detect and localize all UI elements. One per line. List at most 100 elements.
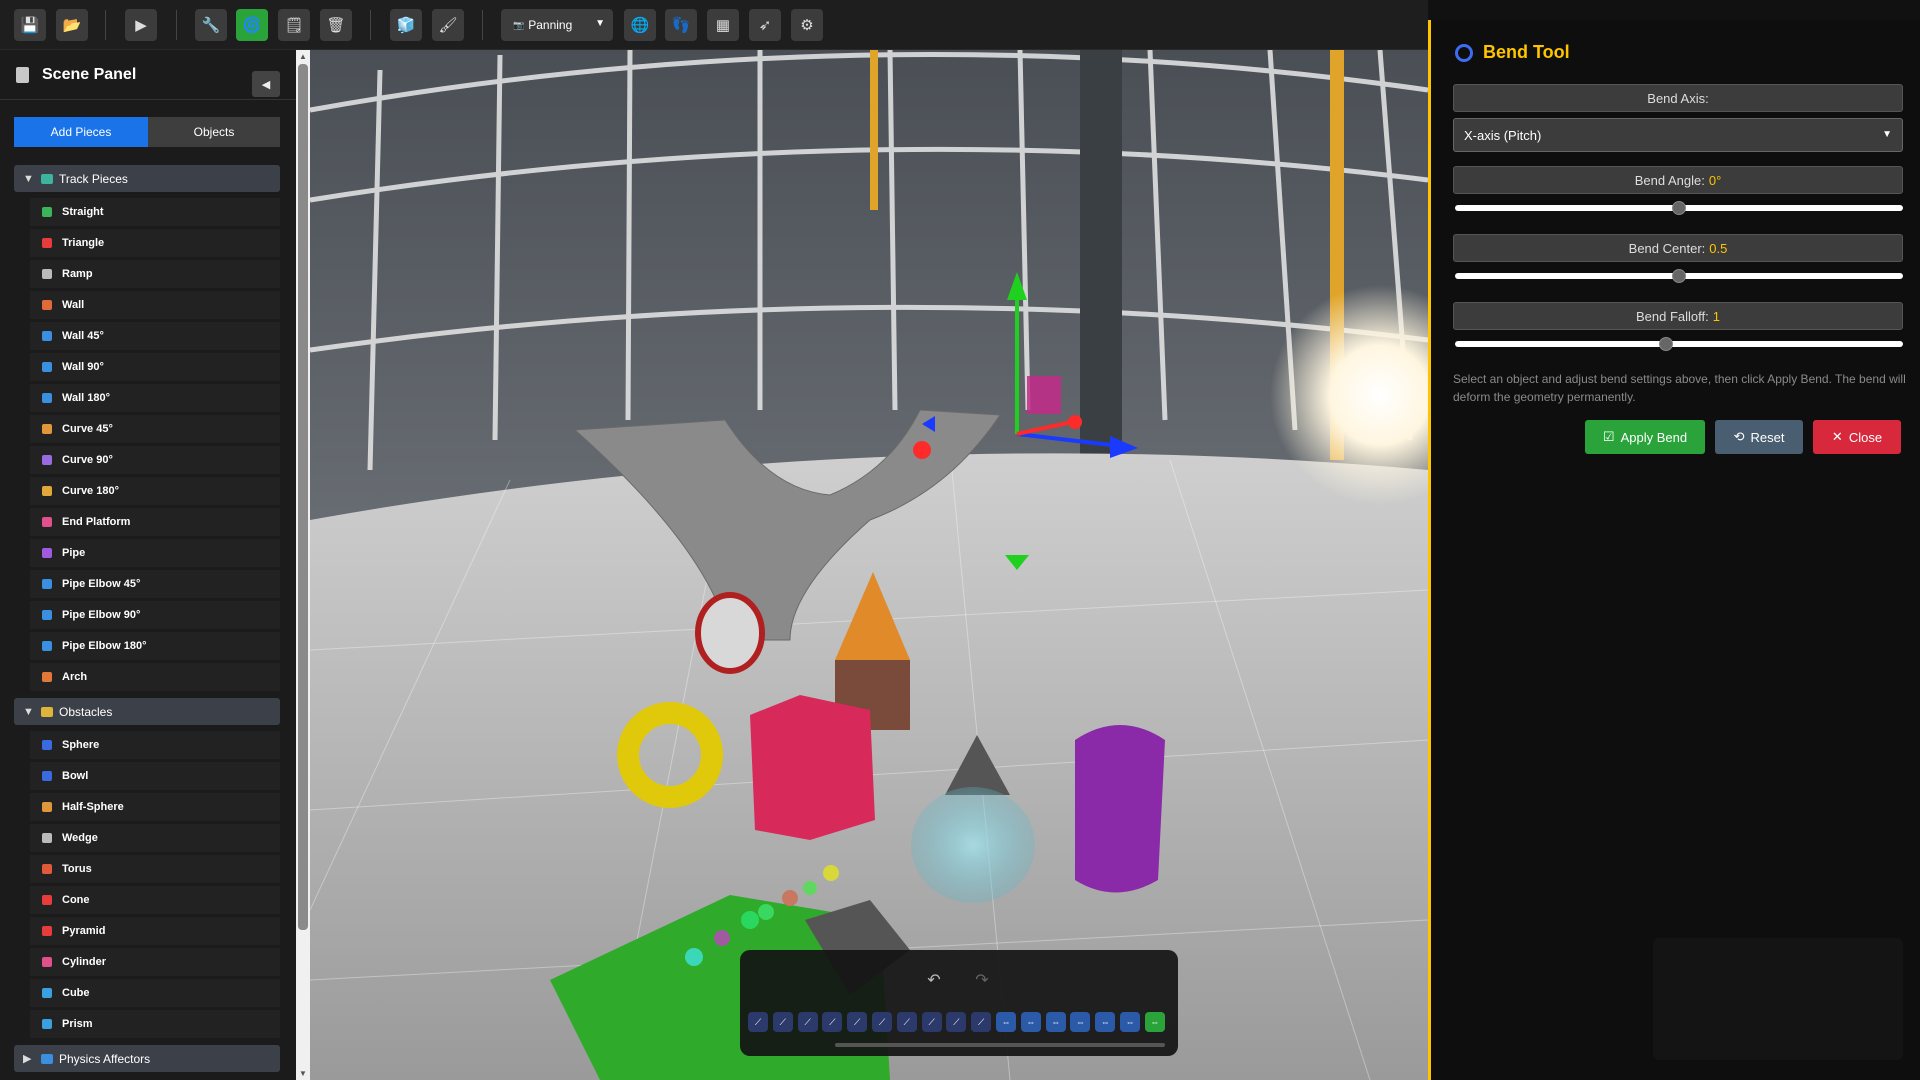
bend-center-slider-thumb[interactable] (1672, 269, 1686, 283)
trash-icon: 🗑 (326, 17, 346, 34)
settings-button[interactable]: ⚙ (791, 9, 823, 41)
camera-mode-select[interactable]: 📷 Panning ▼ (501, 9, 613, 41)
open-button[interactable]: 📂 (56, 9, 88, 41)
paint-button[interactable]: 🖌 (432, 9, 464, 41)
list-item[interactable]: Pyramid (30, 917, 280, 946)
history-scrollbar[interactable] (835, 1043, 1165, 1047)
category-2[interactable]: ▶ Physics Affectors (14, 1045, 280, 1072)
list-item[interactable]: Curve 45° (30, 415, 280, 444)
glass-sphere-object[interactable] (911, 787, 1035, 903)
play-button[interactable]: ▶ (125, 9, 157, 41)
list-item[interactable]: Wall (30, 291, 280, 320)
bend-angle-slider-thumb[interactable] (1672, 201, 1686, 215)
history-item[interactable]: ⟋ (921, 1012, 942, 1032)
list-item[interactable]: Straight (30, 198, 280, 227)
bend-falloff-slider-thumb[interactable] (1658, 337, 1673, 351)
history-item[interactable]: ⟋ (872, 1012, 892, 1032)
list-item[interactable]: Curve 90° (30, 446, 280, 475)
list-item-label: Pipe (62, 547, 86, 559)
add-cube-button[interactable]: 🧊 (390, 9, 422, 41)
redo-button[interactable]: ↷ (970, 970, 994, 990)
list-item[interactable]: Pipe Elbow 180° (30, 632, 280, 661)
history-item[interactable]: ⇔ (1120, 1012, 1140, 1032)
list-item[interactable]: Sphere (30, 731, 280, 760)
bend-center-slider[interactable] (1455, 269, 1903, 283)
slide-button[interactable]: ➶ (749, 9, 781, 41)
bend-tool-button[interactable]: 🌀 (236, 9, 268, 41)
history-item[interactable]: ⟋ (797, 1012, 818, 1032)
physics-button[interactable]: 🌐 (624, 9, 656, 41)
list-item[interactable]: Cylinder (30, 948, 280, 977)
list-item-label: Arch (62, 671, 88, 683)
half-sphere-object[interactable] (695, 592, 765, 674)
list-item[interactable]: Pipe Elbow 45° (30, 570, 280, 599)
bend-axis-select[interactable]: X-axis (Pitch) ▼ (1453, 118, 1903, 152)
bend-center-label: Bend Center: 0.5 (1453, 234, 1903, 262)
history-item[interactable]: ⟋ (946, 1012, 967, 1032)
list-item[interactable]: Arch (30, 663, 280, 692)
close-button[interactable]: ✕ Close (1813, 420, 1901, 454)
bend-falloff-slider[interactable] (1455, 337, 1903, 351)
list-item[interactable]: End Platform (30, 508, 280, 537)
history-item[interactable]: ⇔ (1095, 1012, 1116, 1032)
piece-icon (42, 957, 52, 967)
piece-icon (42, 926, 52, 936)
category-0[interactable]: ▼ Track Pieces (14, 165, 280, 192)
undo-button[interactable]: ↶ (922, 970, 946, 990)
footprints-button[interactable]: 👣 (665, 9, 697, 41)
scroll-up-icon[interactable]: ▲ (299, 52, 307, 61)
list-item[interactable]: Ramp (30, 260, 280, 289)
3d-viewport[interactable] (310, 50, 1428, 1080)
cylinder-hex-object[interactable] (750, 695, 875, 840)
history-item[interactable]: ⟋ (896, 1012, 917, 1032)
history-item[interactable]: ⇔ (1070, 1012, 1091, 1032)
wrench-icon: 🔧 (201, 17, 221, 34)
list-item[interactable]: Bowl (30, 762, 280, 791)
checker-button[interactable]: ▦ (707, 9, 739, 41)
bend-angle-slider[interactable] (1455, 201, 1903, 215)
category-label: Track Pieces (59, 171, 128, 186)
history-item[interactable]: ⟋ (847, 1012, 868, 1032)
list-item[interactable]: Curve 180° (30, 477, 280, 506)
list-item[interactable]: Pipe Elbow 90° (30, 601, 280, 630)
tools-button[interactable]: 🔧 (195, 9, 227, 41)
apply-bend-button[interactable]: ☑ Apply Bend (1585, 420, 1705, 454)
list-item[interactable]: Triangle (30, 229, 280, 258)
notes-button[interactable]: 🗒 (278, 9, 310, 41)
history-item[interactable]: ⟋ (748, 1012, 768, 1032)
collapse-panel-button[interactable]: ◀ (252, 71, 280, 97)
list-item[interactable]: Torus (30, 855, 280, 884)
list-item[interactable]: Pipe (30, 539, 280, 568)
save-button[interactable]: 💾 (14, 9, 46, 41)
list-item[interactable]: Wall 45° (30, 322, 280, 351)
history-item[interactable]: ⇔ (1144, 1012, 1165, 1032)
list-item[interactable]: Prism (30, 1010, 280, 1039)
history-item[interactable]: ⇔ (1045, 1012, 1066, 1032)
panel-scrollbar[interactable]: ▲ ▼ (296, 50, 310, 1080)
list-item[interactable]: Wedge (30, 824, 280, 853)
selection-info-overlay (1653, 938, 1903, 1060)
list-item-label: Wedge (62, 832, 98, 844)
cylinder-object[interactable] (1075, 725, 1165, 893)
list-item[interactable]: Half-Sphere (30, 793, 280, 822)
list-item[interactable]: Wall 180° (30, 384, 280, 413)
scrollbar-thumb[interactable] (298, 64, 308, 930)
list-item[interactable]: Cube (30, 979, 280, 1008)
list-item[interactable]: Cone (30, 886, 280, 915)
history-item[interactable]: ⟋ (772, 1012, 793, 1032)
scroll-down-icon[interactable]: ▼ (299, 1069, 307, 1078)
yellow-pipe (870, 50, 878, 210)
delete-button[interactable]: 🗑 (320, 9, 352, 41)
history-item[interactable]: ⟋ (971, 1012, 992, 1032)
history-item[interactable]: ⟋ (822, 1012, 843, 1032)
bend-falloff-label-text: Bend Falloff: (1636, 308, 1709, 324)
reset-button[interactable]: ⟲ Reset (1715, 420, 1803, 454)
list-item[interactable]: Wall 90° (30, 353, 280, 382)
scene-render[interactable] (310, 50, 1428, 1080)
tab-add-pieces[interactable]: Add Pieces (14, 117, 148, 147)
history-item[interactable]: ⇔ (996, 1012, 1016, 1032)
tab-objects[interactable]: Objects (148, 117, 280, 147)
history-item[interactable]: ⇔ (1020, 1012, 1041, 1032)
category-1[interactable]: ▼ Obstacles (14, 698, 280, 725)
reset-label: Reset (1750, 429, 1785, 445)
